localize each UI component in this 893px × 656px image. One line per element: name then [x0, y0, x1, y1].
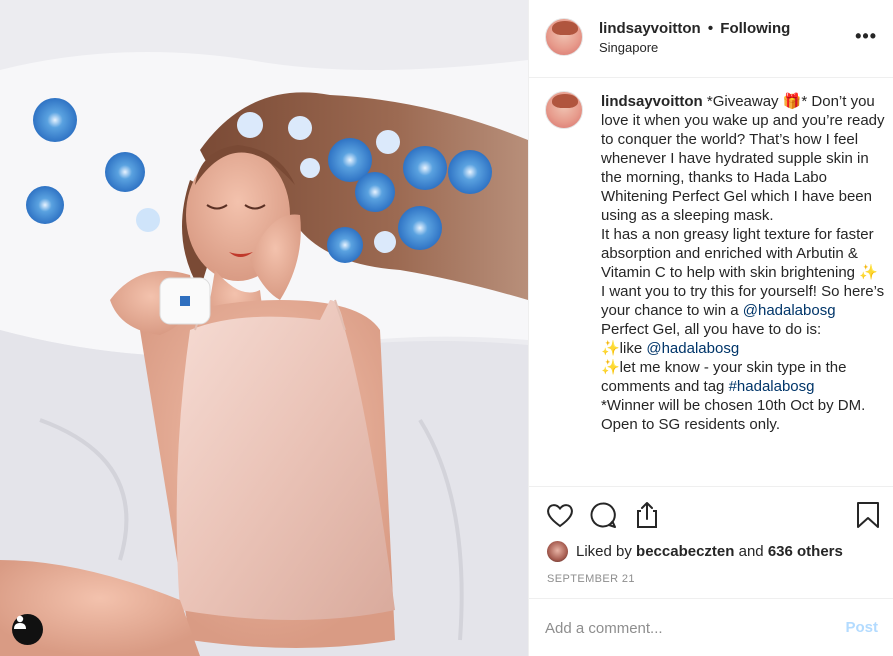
header-user-line: lindsayvoitton • Following — [599, 20, 790, 37]
author-avatar[interactable] — [545, 18, 583, 56]
liker-avatar[interactable] — [547, 540, 568, 562]
caption-avatar[interactable] — [545, 91, 583, 129]
post-side-panel: lindsayvoitton • Following Singapore •••… — [528, 0, 893, 656]
post-comment-button[interactable]: Post — [845, 619, 878, 636]
heart-icon[interactable] — [545, 500, 575, 530]
hashtag-link[interactable]: #hadalabosg — [729, 378, 815, 395]
post-header: lindsayvoitton • Following Singapore ••• — [529, 0, 893, 78]
likes-summary: Liked by beccabeczten and 636 others — [547, 540, 843, 562]
likes-middle: and — [734, 542, 768, 560]
caption-area[interactable]: lindsayvoitton *Giveaway 🎁* Don’t you lo… — [529, 79, 893, 487]
post-date[interactable]: SEPTEMBER 21 — [547, 573, 635, 585]
caption-segment: *Winner will be chosen 10th Oct by DM. O… — [601, 397, 866, 433]
mention-link[interactable]: @hadalabosg — [646, 340, 739, 357]
share-icon[interactable] — [632, 500, 662, 530]
action-bar — [529, 490, 893, 540]
comment-icon[interactable] — [588, 500, 618, 530]
caption-segment: *Giveaway 🎁* Don’t you love it when you … — [601, 93, 885, 319]
following-button[interactable]: Following — [720, 20, 790, 37]
comment-input[interactable] — [545, 617, 815, 639]
mention-link[interactable]: @hadalabosg — [743, 302, 836, 319]
author-username[interactable]: lindsayvoitton — [599, 20, 701, 37]
likes-prefix: Liked by — [576, 542, 637, 560]
post-location[interactable]: Singapore — [599, 40, 658, 55]
user-tag-icon — [14, 615, 26, 629]
comment-bar: Post — [529, 598, 893, 656]
likes-count-link[interactable]: 636 others — [768, 543, 843, 560]
caption-username[interactable]: lindsayvoitton — [601, 93, 703, 110]
bookmark-icon[interactable] — [853, 500, 883, 530]
liker-username[interactable]: beccabeczten — [636, 543, 734, 560]
post-photo[interactable] — [0, 0, 528, 656]
more-horizontal-icon[interactable]: ••• — [855, 27, 877, 45]
caption-text: lindsayvoitton *Giveaway 🎁* Don’t you lo… — [601, 92, 886, 434]
separator-dot: • — [707, 20, 714, 37]
photo-illustration — [0, 0, 528, 656]
user-tag-button[interactable] — [12, 614, 43, 645]
